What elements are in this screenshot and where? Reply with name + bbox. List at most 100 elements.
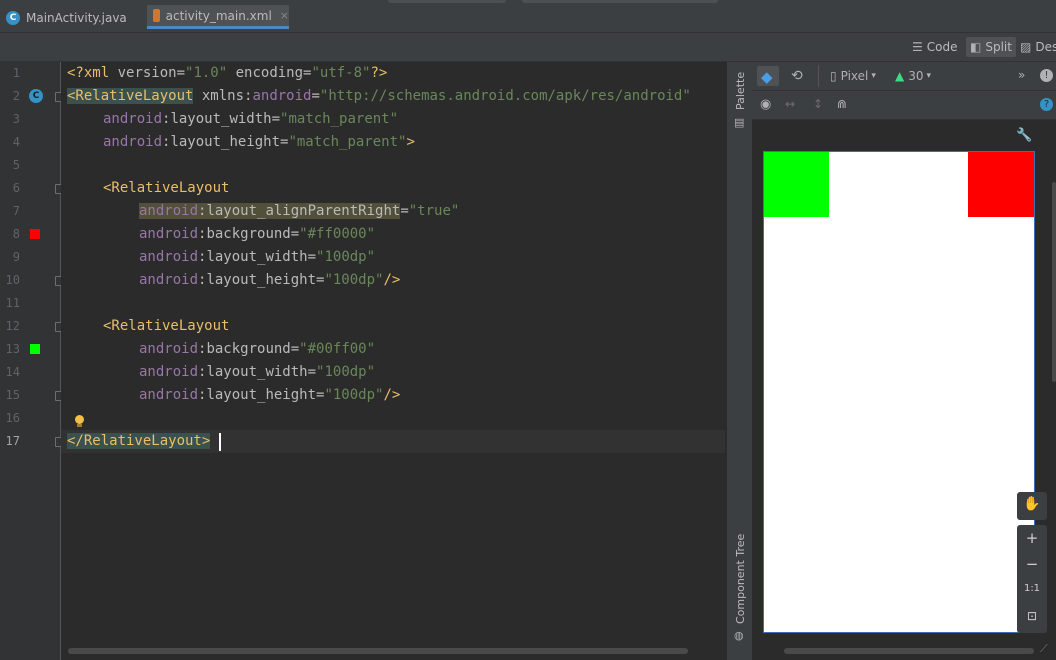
- top-tab-stub: [388, 0, 506, 3]
- api-level-selector[interactable]: ▲ 30 ▾: [895, 69, 931, 83]
- design-mode-label: Design: [1035, 40, 1056, 54]
- chevron-down-icon: ▾: [871, 71, 876, 81]
- design-vertical-scrollbar[interactable]: [1052, 182, 1056, 382]
- code-line-17: </RelativeLayout>: [67, 433, 211, 449]
- horizontal-scrollbar[interactable]: [68, 648, 688, 654]
- line-number: 3: [12, 112, 20, 126]
- class-marker-icon[interactable]: C: [29, 89, 43, 103]
- code-line-8: android:background="#ff0000": [139, 226, 376, 242]
- magnet-icon[interactable]: ⋒: [837, 97, 847, 111]
- layers-icon[interactable]: ◆: [761, 68, 773, 86]
- design-mode-button[interactable]: ▨ Design: [1020, 37, 1056, 57]
- fit-screen-icon[interactable]: ⊡: [1017, 609, 1047, 623]
- api-level-label: 30: [908, 69, 924, 83]
- device-selector[interactable]: ▯ Pixel ▾: [830, 69, 876, 83]
- tab-label: activity_main.xml: [165, 8, 272, 23]
- line-number: 11: [5, 296, 20, 310]
- orientation-icon[interactable]: ⟲: [791, 68, 803, 84]
- code-line-9: android:layout_width="100dp": [139, 249, 376, 265]
- line-number: 17: [5, 434, 20, 448]
- code-line-7: android:layout_alignParentRight="true": [139, 203, 460, 219]
- code-mode-label: Code: [926, 40, 958, 54]
- code-editor[interactable]: <?xml version="1.0" encoding="utf-8"?> <…: [61, 62, 725, 648]
- tab-activity-main-xml[interactable]: activity_main.xml ×: [147, 5, 289, 29]
- hand-icon: ✋: [1023, 496, 1041, 512]
- green-color-swatch-icon[interactable]: [30, 344, 40, 354]
- code-line-15: android:layout_height="100dp"/>: [139, 387, 401, 403]
- pan-button[interactable]: ✋: [1017, 492, 1047, 520]
- line-number: 16: [5, 411, 20, 425]
- code-line-4: android:layout_height="match_parent">: [103, 134, 415, 150]
- component-tree-tab[interactable]: Component Tree: [734, 534, 747, 624]
- line-number: 12: [5, 319, 20, 333]
- line-number: 15: [5, 388, 20, 402]
- horizontal-arrows-icon[interactable]: ↔: [785, 97, 795, 111]
- line-number: 14: [5, 365, 20, 379]
- line-number: 2: [12, 89, 20, 103]
- design-toolbar: ◆ ⟲ ▯ Pixel ▾ ▲ 30 ▾ » !: [752, 62, 1056, 91]
- split-mode-button[interactable]: ◧ Split: [966, 37, 1016, 57]
- tab-label: MainActivity.java: [26, 11, 127, 25]
- view-mode-bar: ☰ Code ◧ Split ▨ Design: [0, 33, 1056, 62]
- wrench-icon[interactable]: 🔧: [1016, 128, 1032, 143]
- actual-size-button[interactable]: 1:1: [1017, 583, 1047, 594]
- device-label: Pixel: [840, 69, 869, 83]
- code-mode-button[interactable]: ☰ Code: [912, 37, 958, 57]
- lightbulb-icon[interactable]: [75, 415, 84, 424]
- java-class-icon: C: [6, 11, 20, 25]
- palette-tab[interactable]: Palette: [734, 72, 747, 110]
- xml-file-icon: [153, 9, 160, 22]
- close-icon[interactable]: ×: [280, 9, 289, 22]
- phone-icon: ▯: [830, 69, 837, 83]
- code-line-14: android:layout_width="100dp": [139, 364, 376, 380]
- line-number-gutter: 1 2 3 4 5 6 7 8 9 10 11 12 13 14 15 16 1…: [0, 62, 65, 660]
- design-horizontal-scrollbar[interactable]: [784, 648, 1034, 654]
- code-line-13: android:background="#00ff00": [139, 341, 376, 357]
- split-mode-label: Split: [985, 40, 1012, 54]
- resize-grip-icon[interactable]: ⟋: [1040, 642, 1048, 656]
- zoom-in-button[interactable]: +: [1017, 529, 1047, 547]
- text-caret: [219, 433, 221, 451]
- green-relative-layout[interactable]: [764, 152, 829, 217]
- line-number: 6: [12, 181, 20, 195]
- design-side-strip: Palette ▤ Component Tree ◍: [726, 62, 753, 660]
- device-screen-preview[interactable]: [763, 151, 1035, 633]
- overflow-icon[interactable]: »: [1018, 68, 1025, 82]
- code-line-3: android:layout_width="match_parent": [103, 111, 399, 127]
- design-secondary-toolbar: ◉ ↔ ↕ ⋒ ?: [752, 91, 1056, 120]
- code-line-6: <RelativeLayout: [103, 180, 230, 196]
- tab-main-activity[interactable]: C MainActivity.java: [6, 5, 127, 31]
- globe-icon[interactable]: ◍: [734, 630, 745, 641]
- android-icon: ▲: [895, 69, 905, 83]
- line-number: 4: [12, 135, 20, 149]
- image-icon: ▨: [1020, 40, 1032, 54]
- design-preview-panel: ◆ ⟲ ▯ Pixel ▾ ▲ 30 ▾ » ! ◉ ↔ ↕ ⋒ ? 🔧 ✋ +…: [752, 62, 1056, 660]
- eye-icon[interactable]: ◉: [760, 97, 771, 112]
- code-line-10: android:layout_height="100dp"/>: [139, 272, 401, 288]
- help-icon[interactable]: ?: [1040, 98, 1053, 111]
- warning-icon[interactable]: !: [1040, 69, 1053, 82]
- line-number: 9: [12, 250, 20, 264]
- red-color-swatch-icon[interactable]: [30, 229, 40, 239]
- zoom-controls: + − 1:1 ⊡: [1017, 525, 1047, 633]
- line-number: 5: [12, 158, 20, 172]
- toolbar-divider: [818, 65, 819, 87]
- chevron-down-icon: ▾: [926, 71, 932, 81]
- code-line-12: <RelativeLayout: [103, 318, 230, 334]
- red-relative-layout[interactable]: [968, 152, 1034, 217]
- editor-tab-bar: C MainActivity.java activity_main.xml ×: [0, 0, 1056, 33]
- code-lines-icon: ☰: [912, 40, 923, 54]
- split-view-icon: ◧: [970, 40, 982, 54]
- vertical-arrows-icon[interactable]: ↕: [813, 97, 823, 111]
- line-number: 10: [5, 273, 20, 287]
- line-number: 8: [12, 227, 20, 241]
- code-line-2: <RelativeLayout xmlns:android="http://sc…: [67, 88, 691, 104]
- line-number: 1: [12, 66, 20, 80]
- code-line-1: <?xml version="1.0" encoding="utf-8"?>: [67, 65, 388, 81]
- lightbulb-base: [77, 424, 82, 427]
- top-tab-stub: [522, 0, 718, 3]
- line-number: 13: [5, 342, 20, 356]
- zoom-out-button[interactable]: −: [1017, 555, 1047, 573]
- line-number: 7: [12, 204, 20, 218]
- palette-icon[interactable]: ▤: [734, 117, 745, 128]
